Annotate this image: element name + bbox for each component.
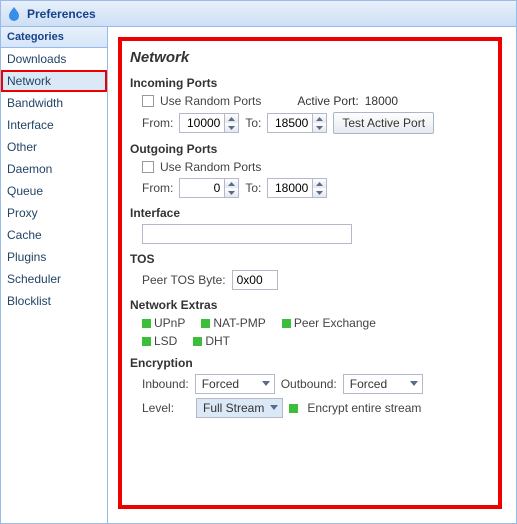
- sidebar-item-plugins[interactable]: Plugins: [1, 246, 107, 268]
- chevron-down-icon: [270, 405, 278, 411]
- window-title: Preferences: [27, 7, 96, 21]
- sidebar-item-daemon[interactable]: Daemon: [1, 158, 107, 180]
- extras-title: Network Extras: [130, 298, 488, 312]
- extras-label-lsd: LSD: [154, 334, 177, 348]
- active-port-label: Active Port:: [297, 94, 358, 108]
- outgoing-to-input[interactable]: [268, 179, 312, 197]
- extras-checkbox-nat-pmp[interactable]: [201, 319, 210, 328]
- outgoing-ports-group: Outgoing Ports Use Random Ports From: To…: [130, 142, 488, 198]
- entire-stream-label: Encrypt entire stream: [307, 401, 421, 415]
- incoming-to-input[interactable]: [268, 114, 312, 132]
- level-select[interactable]: Full Stream: [196, 398, 283, 418]
- page-title: Network: [130, 49, 488, 66]
- outgoing-random-checkbox[interactable]: [142, 161, 154, 173]
- tos-title: TOS: [130, 252, 488, 266]
- active-port-value: 18000: [365, 94, 398, 108]
- inbound-value: Forced: [202, 377, 239, 391]
- sidebar-item-queue[interactable]: Queue: [1, 180, 107, 202]
- incoming-random-label: Use Random Ports: [160, 94, 261, 108]
- highlight-box: Network Incoming Ports Use Random Ports …: [118, 37, 502, 509]
- tos-input[interactable]: [232, 270, 278, 290]
- sidebar-item-downloads[interactable]: Downloads: [1, 48, 107, 70]
- entire-stream-checkbox[interactable]: [289, 404, 298, 413]
- incoming-from-input[interactable]: [180, 114, 224, 132]
- interface-title: Interface: [130, 206, 488, 220]
- titlebar: Preferences: [1, 1, 516, 27]
- outbound-value: Forced: [350, 377, 387, 391]
- sidebar-item-scheduler[interactable]: Scheduler: [1, 268, 107, 290]
- encryption-title: Encryption: [130, 356, 488, 370]
- test-active-port-button[interactable]: Test Active Port: [333, 112, 434, 134]
- tos-group: TOS Peer TOS Byte:: [130, 252, 488, 290]
- sidebar-item-network[interactable]: Network: [1, 70, 107, 92]
- sidebar-item-cache[interactable]: Cache: [1, 224, 107, 246]
- outgoing-to-spinner[interactable]: [267, 178, 327, 198]
- outgoing-from-label: From:: [142, 181, 173, 195]
- tos-label: Peer TOS Byte:: [142, 273, 226, 287]
- spinner-up-icon[interactable]: [313, 179, 326, 188]
- sidebar: Categories DownloadsNetworkBandwidthInte…: [1, 27, 108, 523]
- incoming-from-label: From:: [142, 116, 173, 130]
- spinner-up-icon[interactable]: [313, 114, 326, 123]
- spinner-down-icon[interactable]: [313, 123, 326, 132]
- sidebar-item-bandwidth[interactable]: Bandwidth: [1, 92, 107, 114]
- outgoing-from-spinner[interactable]: [179, 178, 239, 198]
- spinner-down-icon[interactable]: [225, 123, 238, 132]
- app-icon: [7, 7, 21, 21]
- sidebar-item-other[interactable]: Other: [1, 136, 107, 158]
- spinner-down-icon[interactable]: [313, 188, 326, 197]
- incoming-to-spinner[interactable]: [267, 113, 327, 133]
- incoming-ports-group: Incoming Ports Use Random Ports Active P…: [130, 76, 488, 134]
- outgoing-random-label: Use Random Ports: [160, 160, 261, 174]
- extras-checkbox-lsd[interactable]: [142, 337, 151, 346]
- sidebar-item-proxy[interactable]: Proxy: [1, 202, 107, 224]
- interface-group: Interface: [130, 206, 488, 244]
- spinner-up-icon[interactable]: [225, 114, 238, 123]
- sidebar-header: Categories: [1, 27, 107, 48]
- extras-label-nat-pmp: NAT-PMP: [213, 316, 265, 330]
- extras-group: Network Extras UPnPNAT-PMPPeer Exchange …: [130, 298, 488, 348]
- main-panel: Network Incoming Ports Use Random Ports …: [108, 27, 516, 523]
- extras-label-peer-exchange: Peer Exchange: [294, 316, 376, 330]
- chevron-down-icon: [262, 381, 270, 387]
- extras-checkbox-dht[interactable]: [193, 337, 202, 346]
- sidebar-item-blocklist[interactable]: Blocklist: [1, 290, 107, 312]
- outbound-select[interactable]: Forced: [343, 374, 423, 394]
- inbound-select[interactable]: Forced: [195, 374, 275, 394]
- level-label: Level:: [142, 401, 190, 415]
- incoming-from-spinner[interactable]: [179, 113, 239, 133]
- outgoing-title: Outgoing Ports: [130, 142, 488, 156]
- outgoing-to-label: To:: [245, 181, 261, 195]
- extras-checkbox-upnp[interactable]: [142, 319, 151, 328]
- chevron-down-icon: [410, 381, 418, 387]
- extras-label-upnp: UPnP: [154, 316, 185, 330]
- incoming-title: Incoming Ports: [130, 76, 488, 90]
- outbound-label: Outbound:: [281, 377, 337, 391]
- inbound-label: Inbound:: [142, 377, 189, 391]
- extras-checkbox-peer-exchange[interactable]: [282, 319, 291, 328]
- extras-label-dht: DHT: [205, 334, 230, 348]
- incoming-random-checkbox[interactable]: [142, 95, 154, 107]
- sidebar-item-interface[interactable]: Interface: [1, 114, 107, 136]
- level-value: Full Stream: [203, 401, 264, 415]
- incoming-to-label: To:: [245, 116, 261, 130]
- encryption-group: Encryption Inbound: Forced Outbound: For…: [130, 356, 488, 418]
- spinner-up-icon[interactable]: [225, 179, 238, 188]
- spinner-down-icon[interactable]: [225, 188, 238, 197]
- interface-input[interactable]: [142, 224, 352, 244]
- outgoing-from-input[interactable]: [180, 179, 224, 197]
